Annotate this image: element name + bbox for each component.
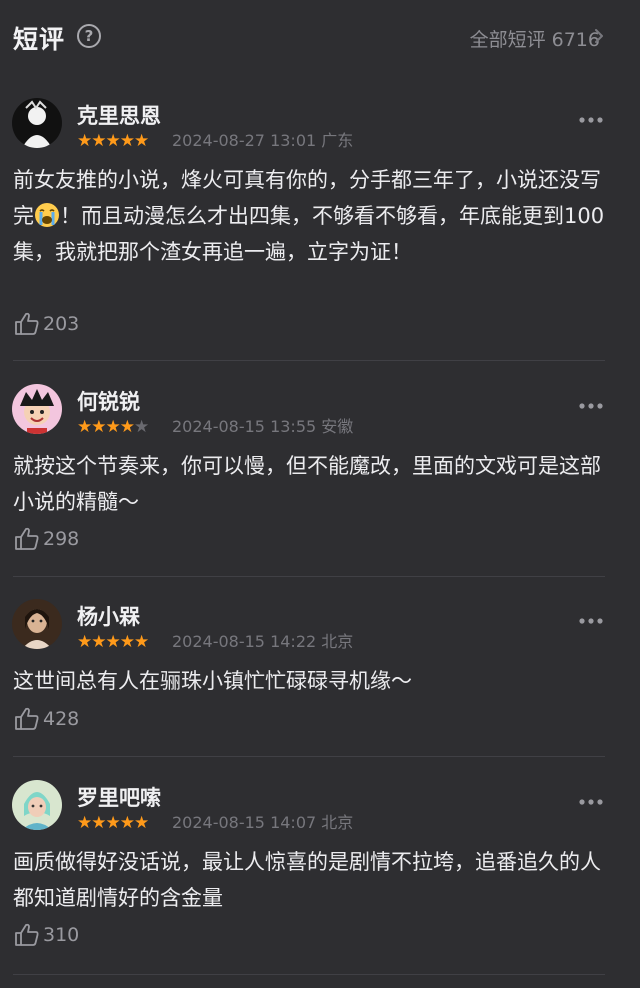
review-item: 何锐锐 ★★★★★ 2024-08-15 13:55 安徽 就按这个节奏来，你可… (0, 384, 640, 576)
stars-filled: ★★★★★ (77, 131, 149, 151)
like-count: 298 (43, 528, 80, 550)
help-icon[interactable]: ? (77, 24, 101, 48)
review-date-location: 2024-08-15 14:07 北京 (172, 813, 354, 832)
divider (13, 576, 605, 577)
like-count: 310 (43, 924, 80, 946)
divider (13, 756, 605, 757)
avatar[interactable] (12, 599, 62, 649)
star-rating: ★★★★★ (77, 813, 149, 833)
avatar[interactable] (12, 780, 62, 830)
review-date-location: 2024-08-15 14:22 北京 (172, 632, 354, 651)
avatar[interactable] (12, 98, 62, 148)
star-rating: ★★★★★ (77, 632, 149, 652)
more-options-icon[interactable] (578, 402, 604, 410)
short-reviews-panel: 短评 ? 全部短评 6716 克里思恩 ★★★★★ 2024-08-27 13:… (0, 0, 640, 988)
review-item: 克里思恩 ★★★★★ 2024-08-27 13:01 广东 前女友推的小说，烽… (0, 98, 640, 360)
chevron-right-icon[interactable] (592, 29, 606, 43)
loudly-crying-face-icon (35, 203, 59, 227)
stars-filled: ★★★★★ (77, 813, 149, 833)
stars-filled: ★★★★ (77, 417, 135, 437)
all-reviews-link[interactable]: 全部短评 6716 (470, 25, 600, 52)
review-item: 杨小槑 ★★★★★ 2024-08-15 14:22 北京 这世间总有人在骊珠小… (0, 599, 640, 755)
review-text: 就按这个节奏来，你可以慢，但不能魔改，里面的文戏可是这部小说的精髓～ (13, 454, 601, 514)
more-options-icon[interactable] (578, 116, 604, 124)
review-date-location: 2024-08-27 13:01 广东 (172, 131, 354, 150)
username[interactable]: 克里思恩 (77, 100, 161, 130)
star-rating: ★★★★★ (77, 417, 149, 437)
thumbs-up-icon[interactable] (14, 312, 40, 336)
review-date-location: 2024-08-15 13:55 安徽 (172, 417, 354, 436)
like-count: 428 (43, 708, 80, 730)
reviews-header: 短评 ? 全部短评 6716 (0, 0, 640, 72)
username[interactable]: 何锐锐 (77, 386, 140, 416)
thumbs-up-icon[interactable] (14, 527, 40, 551)
like-count: 203 (43, 313, 80, 335)
review-item: 罗里吧嗦 ★★★★★ 2024-08-15 14:07 北京 画质做得好没话说，… (0, 780, 640, 974)
username[interactable]: 罗里吧嗦 (77, 782, 161, 812)
stars-filled: ★★★★★ (77, 632, 149, 652)
review-text-part: ！而且动漫怎么才出四集，不够看不够看，年底能更到100集，我就把那个渣女再追一遍… (13, 204, 605, 264)
thumbs-up-icon[interactable] (14, 923, 40, 947)
divider (13, 360, 605, 361)
review-text: 画质做得好没话说，最让人惊喜的是剧情不拉垮，追番追久的人都知道剧情好的含金量 (13, 850, 601, 910)
star-rating: ★★★★★ (77, 131, 149, 151)
review-text: 这世间总有人在骊珠小镇忙忙碌碌寻机缘～ (13, 669, 412, 693)
divider (13, 974, 605, 975)
username[interactable]: 杨小槑 (77, 601, 140, 631)
section-title: 短评 (13, 25, 66, 54)
thumbs-up-icon[interactable] (14, 707, 40, 731)
stars-empty: ★ (133, 417, 149, 437)
more-options-icon[interactable] (578, 617, 604, 625)
review-text: 前女友推的小说，烽火可真有你的，分手都三年了，小说还没写完 ！而且动漫怎么才出四… (13, 162, 613, 270)
more-options-icon[interactable] (578, 798, 604, 806)
avatar[interactable] (12, 384, 62, 434)
